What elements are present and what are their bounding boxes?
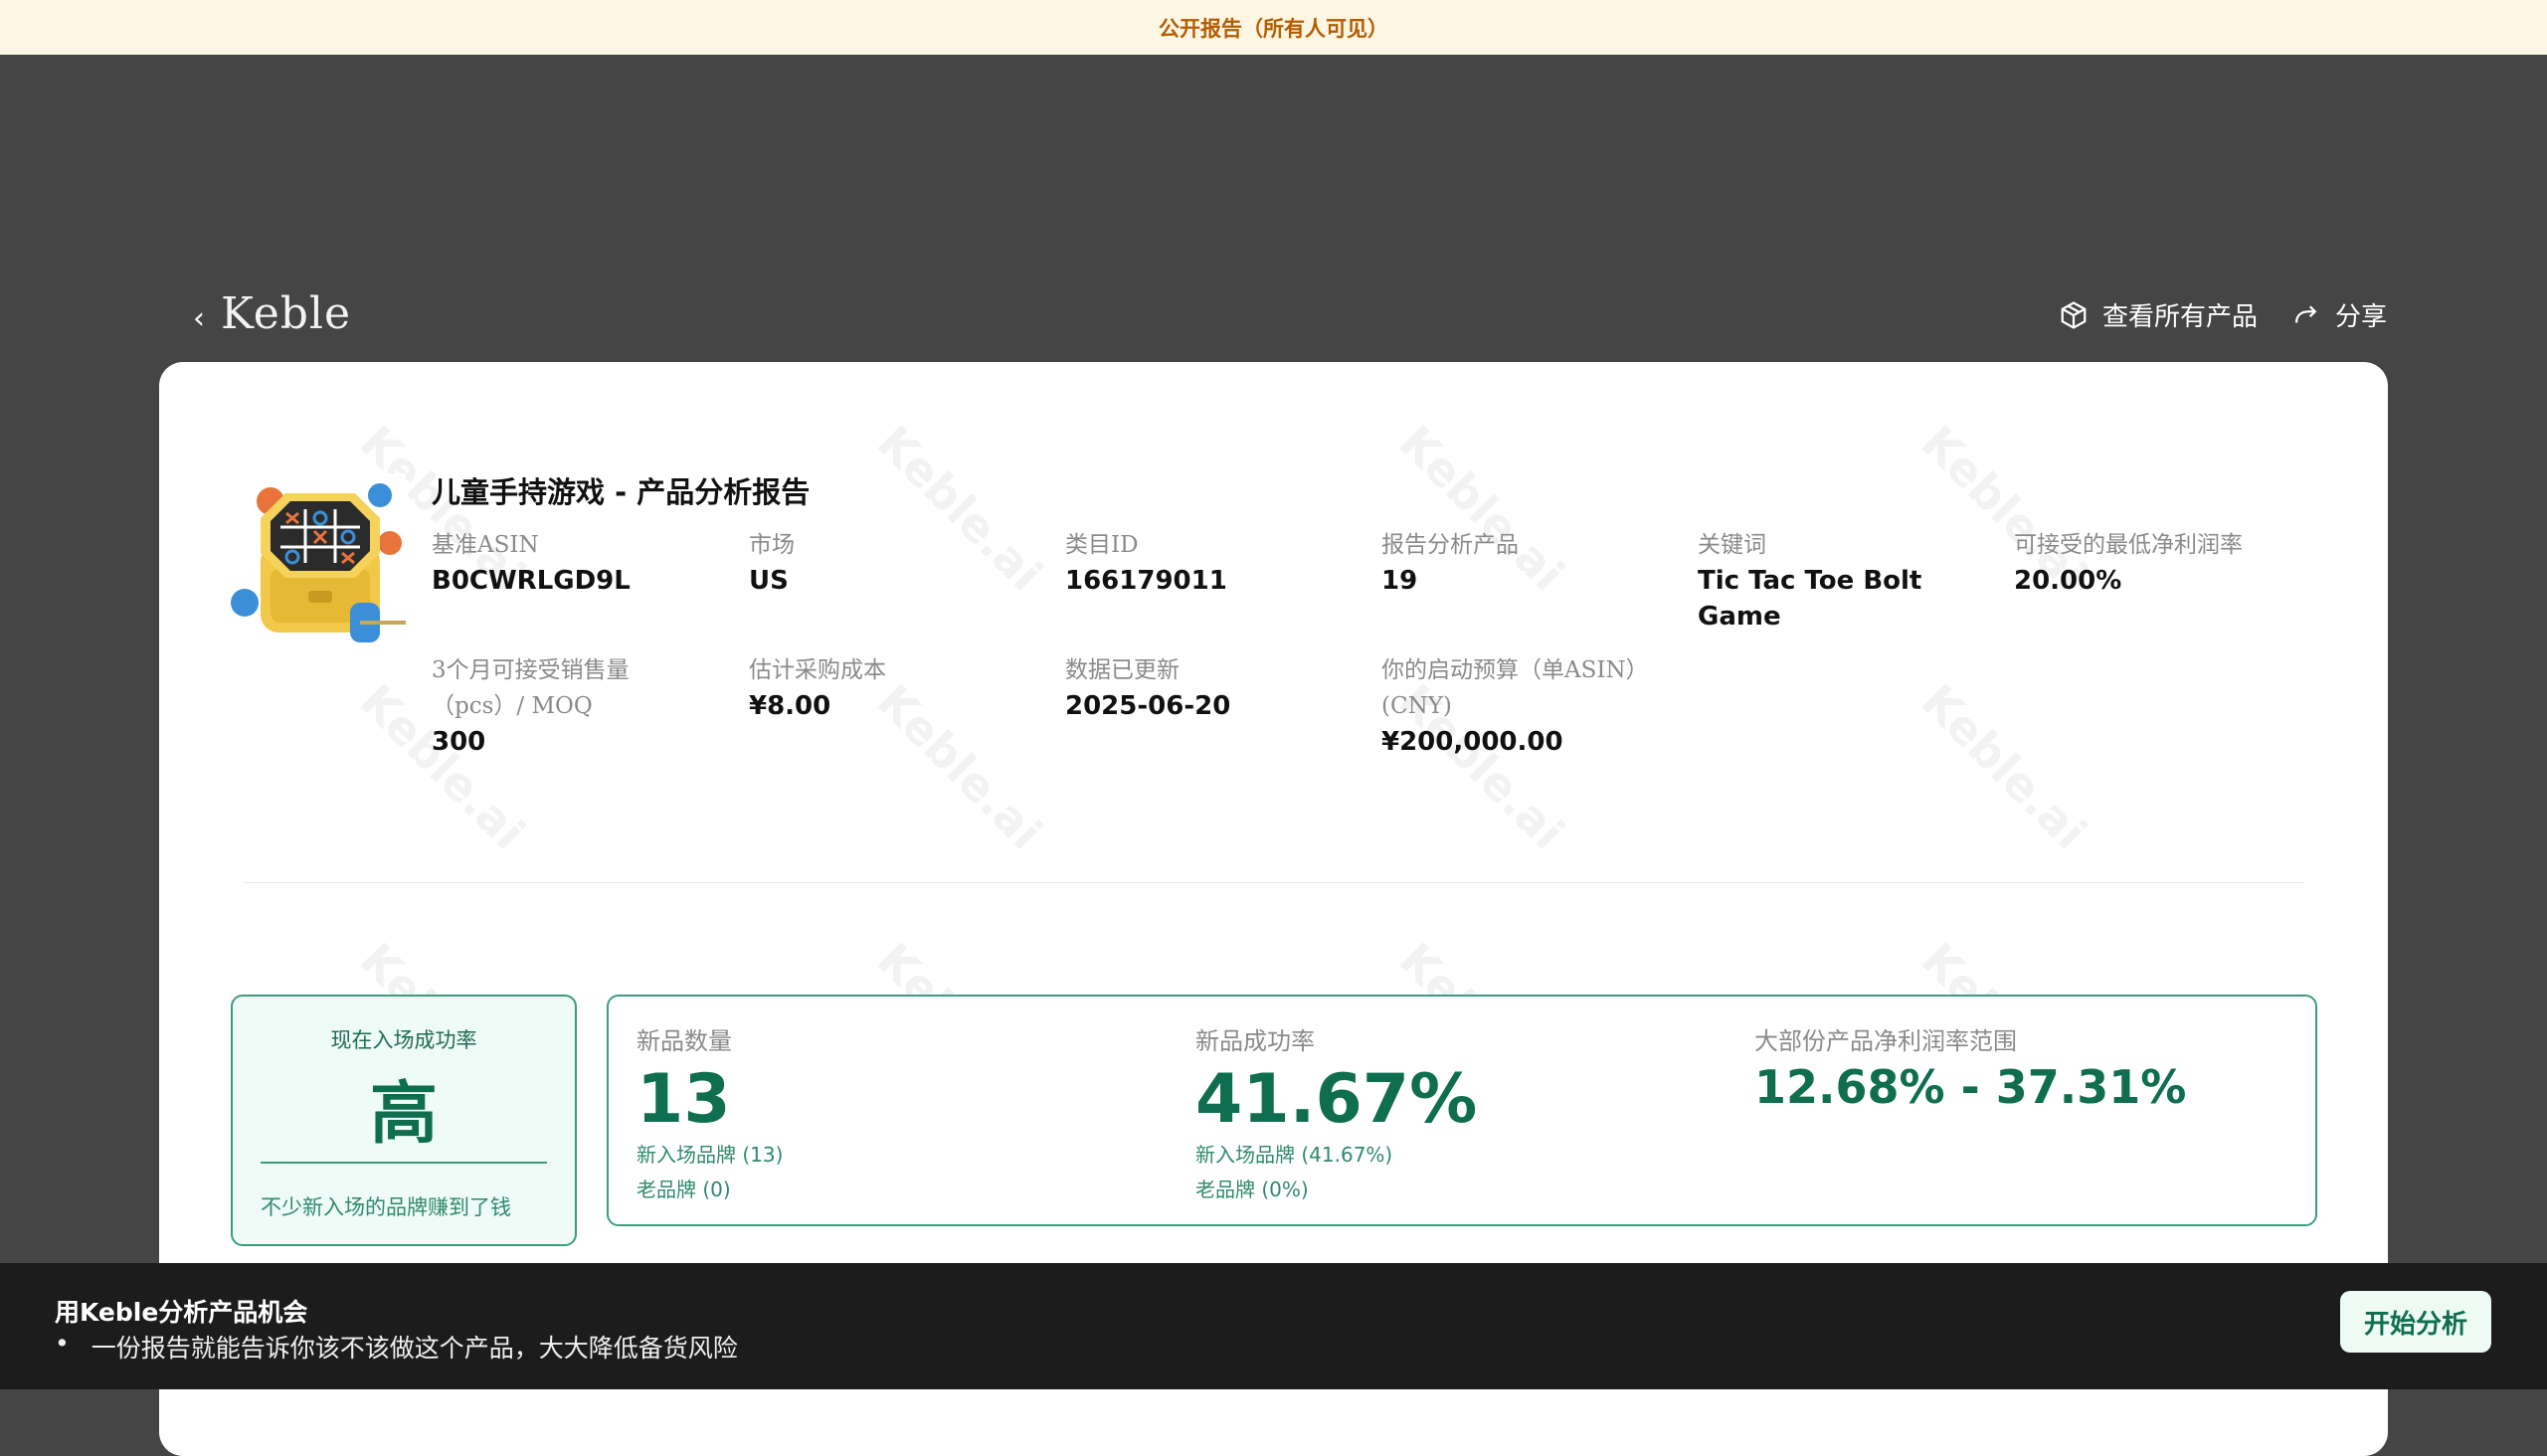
header-bar: ‹ Keble 查看所有产品 分享 (159, 288, 2387, 348)
start-analysis-button[interactable]: 开始分析 (2340, 1291, 2491, 1353)
meta-value: 300 (432, 727, 486, 757)
meta-value: 2025-06-20 (1065, 691, 1231, 721)
back-button[interactable]: ‹ (179, 298, 219, 338)
meta-label: 报告分析产品 (1381, 532, 1519, 558)
meta-purchase-cost: 估计采购成本 ¥8.00 (749, 652, 1047, 724)
meta-value: 19 (1381, 566, 1418, 596)
meta-label: 类目ID (1065, 532, 1139, 558)
chevron-left-icon: ‹ (193, 300, 205, 336)
stat-label: 新品成功率 (1195, 1027, 1315, 1055)
header-actions: 查看所有产品 分享 (2059, 296, 2387, 333)
entry-success-card: 现在入场成功率 高 不少新入场的品牌赚到了钱 (231, 995, 577, 1246)
bullet: • (55, 1329, 70, 1358)
cta-title: 用Keble分析产品机会 (55, 1298, 308, 1327)
stat-value: 12.68% - 37.31% (1754, 1060, 2187, 1114)
meta-value: US (749, 566, 789, 596)
stat-sub-new-brands: 新入场品牌 (41.67%) (1195, 1143, 1393, 1167)
entry-success-value: 高 (369, 1075, 438, 1154)
entry-success-note: 不少新入场的品牌赚到了钱 (261, 1195, 511, 1219)
watermark: Keble.ai (1910, 673, 2097, 860)
meta-label: 3个月可接受销售量（pcs）/ MOQ (432, 657, 630, 719)
share-arrow-icon (2294, 304, 2317, 323)
meta-min-net-margin: 可接受的最低净利润率 20.00% (2014, 527, 2312, 599)
meta-category-id: 类目ID 166179011 (1065, 527, 1364, 599)
cta-description-text: 一份报告就能告诉你该不该做这个产品，大大降低备货风险 (91, 1334, 738, 1363)
stat-label: 新品数量 (637, 1027, 732, 1055)
cta-bottom-bar: 用Keble分析产品机会 • 一份报告就能告诉你该不该做这个产品，大大降低备货风… (0, 1263, 2547, 1389)
entry-success-label: 现在入场成功率 (330, 1028, 477, 1052)
report-title: 儿童手持游戏 - 产品分析报告 (432, 475, 811, 509)
meta-label: 数据已更新 (1065, 657, 1180, 683)
public-report-banner: 公开报告（所有人可见） (0, 0, 2547, 55)
share-label: 分享 (2334, 302, 2387, 332)
stat-value: 41.67% (1195, 1060, 1478, 1139)
view-all-products-label: 查看所有产品 (2101, 302, 2258, 332)
meta-label: 市场 (749, 532, 795, 558)
keble-logo[interactable]: Keble (221, 288, 351, 339)
product-image (231, 473, 406, 648)
meta-base-asin: 基准ASIN B0CWRLGD9L (432, 527, 730, 599)
stat-value: 13 (637, 1060, 731, 1139)
meta-value: B0CWRLGD9L (432, 566, 631, 596)
banner-text: 公开报告（所有人可见） (1159, 16, 1388, 41)
stat-new-count: 新品数量 13 新入场品牌 (13) 老品牌 (0) (637, 1024, 783, 1207)
view-all-products-button[interactable]: 查看所有产品 (2059, 296, 2258, 333)
meta-value: ¥200,000.00 (1381, 727, 1563, 757)
entry-success-divider (261, 1162, 547, 1164)
meta-label: 可接受的最低净利润率 (2014, 532, 2243, 558)
stat-sub-old-brands: 老品牌 (0) (637, 1178, 731, 1201)
meta-label: 关键词 (1698, 532, 1766, 558)
stat-margin-range: 大部份产品净利润率范围 12.68% - 37.31% (1754, 1024, 2186, 1116)
meta-data-updated: 数据已更新 2025-06-20 (1065, 652, 1364, 724)
meta-label: 基准ASIN (432, 532, 539, 558)
meta-analyzed-products: 报告分析产品 19 (1381, 527, 1680, 599)
meta-label: 估计采购成本 (749, 657, 886, 683)
section-divider (244, 882, 2304, 883)
meta-launch-budget: 你的启动预算（单ASIN）(CNY) ¥200,000.00 (1381, 652, 1670, 760)
meta-value: 166179011 (1065, 566, 1227, 596)
share-button[interactable]: 分享 (2291, 296, 2387, 333)
meta-keyword: 关键词 Tic Tac Toe Bolt Game (1698, 527, 1996, 635)
package-icon (2061, 300, 2087, 329)
stat-sub-new-brands: 新入场品牌 (13) (637, 1143, 784, 1167)
stat-label: 大部份产品净利润率范围 (1754, 1027, 2017, 1055)
meta-market: 市场 US (749, 527, 1047, 599)
meta-label: 你的启动预算（单ASIN）(CNY) (1381, 657, 1649, 719)
stat-success-rate: 新品成功率 41.67% 新入场品牌 (41.67%) 老品牌 (0%) (1195, 1024, 1477, 1207)
meta-value: Tic Tac Toe Bolt Game (1698, 566, 1922, 632)
cta-description: • 一份报告就能告诉你该不该做这个产品，大大降低备货风险 (55, 1329, 738, 1365)
new-product-stats-card: 新品数量 13 新入场品牌 (13) 老品牌 (0) 新品成功率 41.67% … (607, 995, 2317, 1226)
meta-value: 20.00% (2014, 566, 2122, 596)
meta-moq: 3个月可接受销售量（pcs）/ MOQ 300 (432, 652, 680, 760)
meta-value: ¥8.00 (749, 691, 831, 721)
stat-sub-old-brands: 老品牌 (0%) (1195, 1178, 1309, 1201)
